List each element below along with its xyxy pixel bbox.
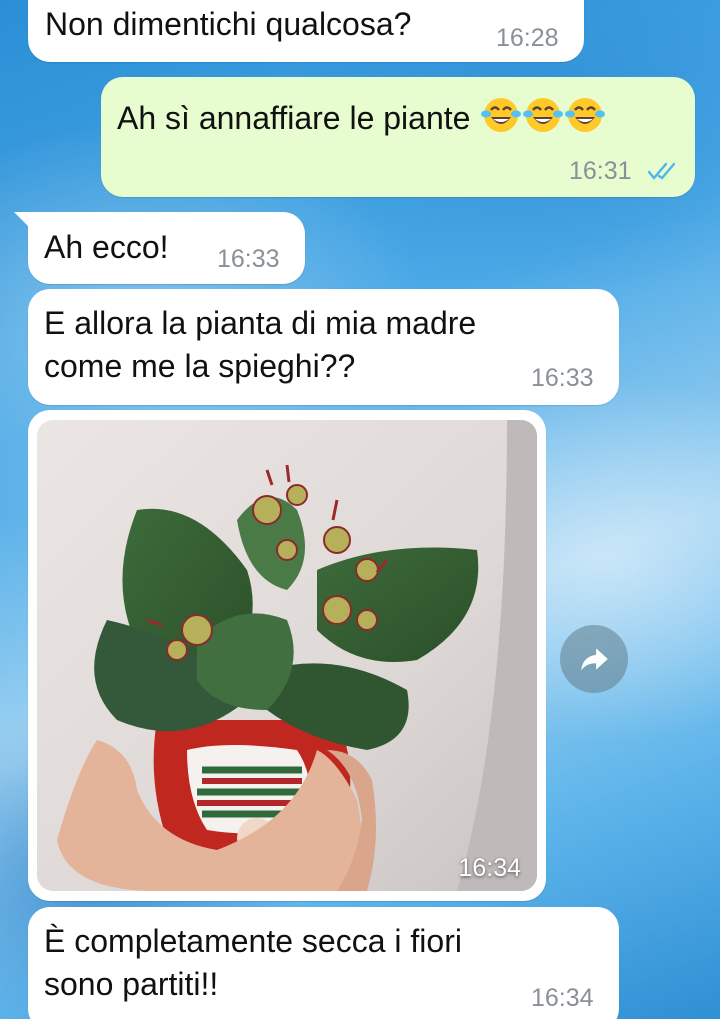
face-with-tears-of-joy-icon (481, 98, 522, 132)
message-bubble-incoming[interactable]: Non dimentichi qualcosa? 16:28 (28, 0, 584, 62)
message-photo[interactable]: 16:34 (37, 420, 537, 891)
forward-arrow-icon (581, 648, 608, 671)
message-text: Non dimentichi qualcosa? (45, 6, 412, 42)
message-timestamp: 16:34 (531, 984, 594, 1012)
potted-plant-photo (37, 420, 537, 891)
message-text-line: sono partiti!! (44, 966, 219, 1002)
message-bubble-incoming[interactable]: È completamente secca i fiori sono parti… (28, 907, 619, 1019)
message-bubble-incoming[interactable]: Ah ecco! 16:33 (28, 212, 305, 284)
message-text-line: come me la spieghi?? (44, 348, 356, 384)
message-bubble-outgoing[interactable]: Ah sì annaffiare le piante 16:31 (101, 77, 695, 197)
message-text: Ah sì annaffiare le piante (117, 95, 606, 139)
message-text-line: È completamente secca i fiori (44, 923, 462, 959)
message-timestamp: 16:31 (569, 157, 632, 185)
forward-button[interactable] (560, 625, 628, 693)
message-timestamp: 16:28 (496, 24, 559, 52)
message-timestamp: 16:33 (531, 364, 594, 392)
message-text-body: Ah sì annaffiare le piante (117, 100, 471, 136)
face-with-tears-of-joy-icon (523, 98, 564, 132)
double-check-icon (647, 162, 676, 180)
message-bubble-incoming[interactable]: E allora la pianta di mia madre come me … (28, 289, 619, 405)
message-text-line: E allora la pianta di mia madre (44, 305, 477, 341)
message-text: Ah ecco! (44, 229, 169, 265)
face-with-tears-of-joy-icon (565, 98, 606, 132)
message-timestamp: 16:33 (217, 245, 280, 273)
photo-timestamp: 16:34 (458, 854, 521, 882)
